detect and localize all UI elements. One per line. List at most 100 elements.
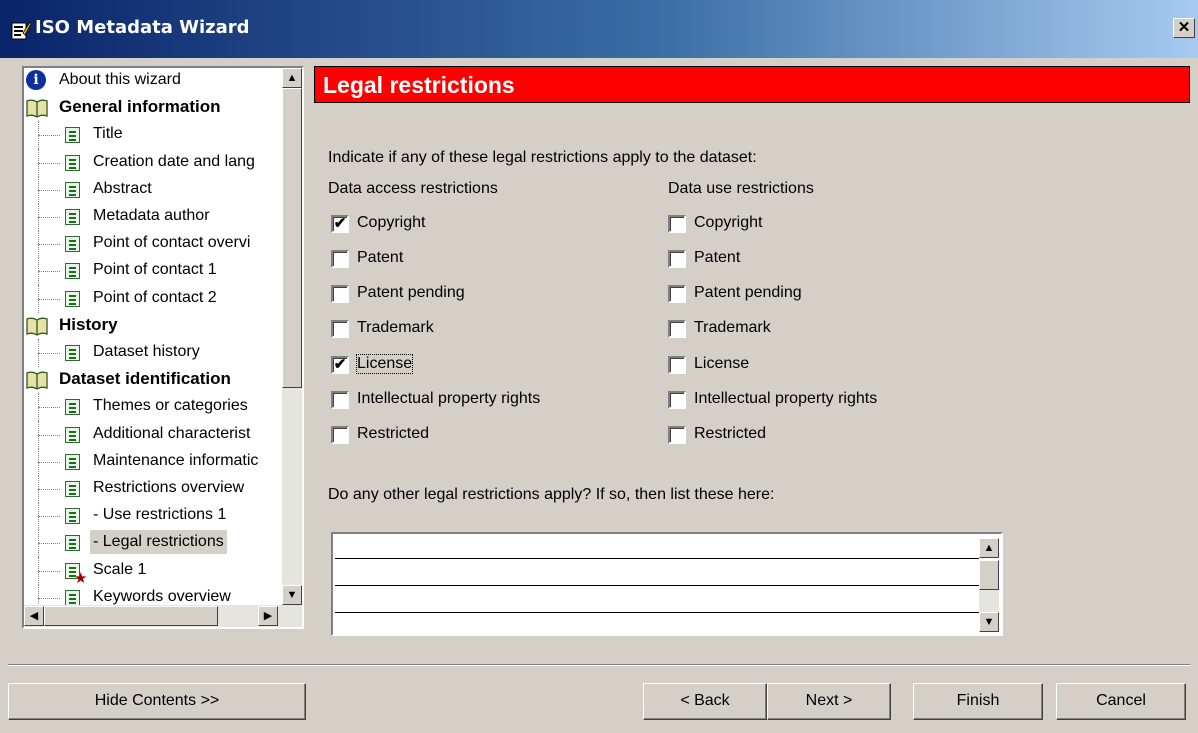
close-icon: ✕ (1177, 19, 1191, 36)
title-bar: ISO Metadata Wizard ✕ (0, 0, 1198, 58)
use-restriction-checkbox[interactable] (668, 250, 686, 268)
required-star-icon: ★ (74, 569, 88, 587)
access-restriction-checkbox[interactable] (331, 285, 349, 303)
tree-item[interactable]: ★ Scale 1 (24, 556, 280, 587)
arrow-down-icon: ▼ (983, 616, 995, 628)
page-icon (65, 290, 80, 307)
tree-item[interactable]: Dataset history (24, 339, 280, 367)
tree-item[interactable]: General information (24, 95, 280, 121)
horizontal-scroll-thumb[interactable] (44, 606, 218, 626)
hide-contents-button[interactable]: Hide Contents >> (8, 683, 306, 720)
page-icon (65, 345, 80, 361)
scroll-thumb[interactable] (282, 88, 302, 388)
tree-connector (38, 271, 60, 273)
tree-item[interactable]: - Legal restrictions (24, 529, 280, 558)
tree-connector (38, 135, 60, 137)
access-restriction-checkbox[interactable]: ✔ (331, 215, 349, 233)
use-restriction-option-label: Intellectual property rights (694, 390, 878, 407)
tree-item-label: Maintenance informatic (93, 451, 259, 469)
page-icon (65, 535, 80, 552)
scroll-up-button[interactable]: ▲ (282, 68, 302, 88)
tree-item[interactable]: i About this wizard (24, 68, 280, 94)
use-restriction-checkbox[interactable] (668, 320, 686, 338)
use-restriction-checkbox[interactable] (668, 391, 686, 409)
tree-item[interactable]: Point of contact overvi (24, 230, 280, 259)
tree-item[interactable]: Point of contact 2 (24, 284, 280, 313)
finish-button[interactable]: Finish (913, 683, 1043, 720)
tree-connector (38, 570, 60, 572)
tree-item[interactable]: Point of contact 1 (24, 257, 280, 286)
page-icon (65, 154, 80, 171)
tree-item-label: Dataset history (93, 343, 200, 360)
input-scroll-track[interactable] (979, 590, 999, 612)
tree-item-label: Point of contact 1 (93, 261, 217, 279)
scroll-left-button[interactable]: ◀ (24, 606, 44, 626)
tree-horizontal-scrollbar[interactable]: ◀ ▶ (24, 605, 302, 627)
contents-tree[interactable]: i About this wizard General information Tit… (22, 66, 304, 629)
tree-item[interactable]: Maintenance informatic (24, 447, 280, 476)
access-restriction-option-label: Restricted (357, 425, 430, 442)
tree-item-label: Additional characterist (93, 424, 251, 442)
page-icon (65, 508, 80, 525)
scroll-right-button[interactable]: ▶ (258, 606, 278, 626)
tree-item[interactable]: Additional characterist (24, 420, 280, 449)
tree-item[interactable]: Metadata author (24, 203, 280, 231)
tree-item-label: Dataset identification (59, 369, 231, 389)
scroll-down-button[interactable]: ▼ (282, 585, 302, 605)
tree-connector (38, 475, 39, 503)
use-restriction-checkbox[interactable] (668, 215, 686, 233)
other-restrictions-prompt: Do any other legal restrictions apply? I… (328, 486, 775, 503)
access-restriction-checkbox[interactable] (331, 250, 349, 268)
access-restriction-checkbox[interactable] (331, 426, 349, 444)
tree-item-label: Abstract (93, 179, 152, 197)
use-restriction-checkbox[interactable] (668, 356, 686, 374)
tree-item[interactable]: Restrictions overview (24, 475, 280, 503)
tree-item[interactable]: Themes or categories (24, 393, 280, 422)
use-restriction-option-label: Trademark (694, 319, 771, 336)
tree-vertical-scrollbar[interactable]: ▲ ▼ (282, 68, 302, 605)
page-icon (65, 127, 80, 144)
use-restriction-checkbox[interactable] (668, 426, 686, 444)
info-icon: i (26, 70, 46, 90)
access-restriction-option-label: Patent pending (357, 284, 465, 301)
access-restriction-checkbox[interactable] (331, 391, 349, 409)
tree-item-label: About this wizard (59, 71, 181, 88)
use-restriction-option-label: Copyright (694, 214, 763, 231)
input-scroll-up-button[interactable]: ▲ (979, 538, 999, 558)
tree-item[interactable]: Abstract (24, 175, 280, 204)
tree-connector (38, 502, 39, 531)
tree-item-label: Restrictions overview (93, 479, 245, 496)
arrow-down-icon: ▼ (286, 589, 298, 601)
close-button[interactable]: ✕ (1173, 18, 1195, 38)
page-icon (65, 209, 80, 225)
page-icon (65, 589, 80, 606)
use-restriction-checkbox[interactable] (668, 285, 686, 303)
access-restriction-option-label: Trademark (357, 319, 434, 336)
tree-connector (38, 461, 60, 463)
tree-connector (38, 543, 60, 545)
back-button[interactable]: < Back (643, 683, 767, 720)
access-restriction-option-label: License (355, 354, 414, 374)
use-restriction-option-label: Patent (694, 249, 741, 266)
tree-item[interactable]: Title (24, 121, 280, 150)
access-restrictions-heading: Data access restrictions (328, 180, 498, 197)
cancel-button[interactable]: Cancel (1056, 683, 1186, 720)
tree-item[interactable]: History (24, 313, 280, 339)
grid-line (335, 585, 979, 586)
tree-item[interactable]: Creation date and lang (24, 148, 280, 177)
access-restriction-checkbox[interactable]: ✔ (331, 356, 349, 374)
input-scroll-thumb[interactable] (979, 560, 999, 590)
tree-connector (38, 556, 39, 585)
access-restriction-checkbox[interactable] (331, 320, 349, 338)
tree-item-label: General information (59, 97, 221, 117)
arrow-right-icon: ▶ (263, 610, 273, 622)
tree-item[interactable]: - Use restrictions 1 (24, 502, 280, 531)
next-button[interactable]: Next > (767, 683, 891, 720)
other-restrictions-input[interactable]: ▲ ▼ (331, 532, 1003, 636)
intro-text: Indicate if any of these legal restricti… (328, 149, 757, 166)
tree-connector (38, 447, 39, 476)
input-scroll-down-button[interactable]: ▼ (979, 612, 999, 632)
tree-connector (38, 393, 39, 422)
tree-item[interactable]: Dataset identification (24, 367, 280, 393)
page-icon (65, 181, 80, 198)
